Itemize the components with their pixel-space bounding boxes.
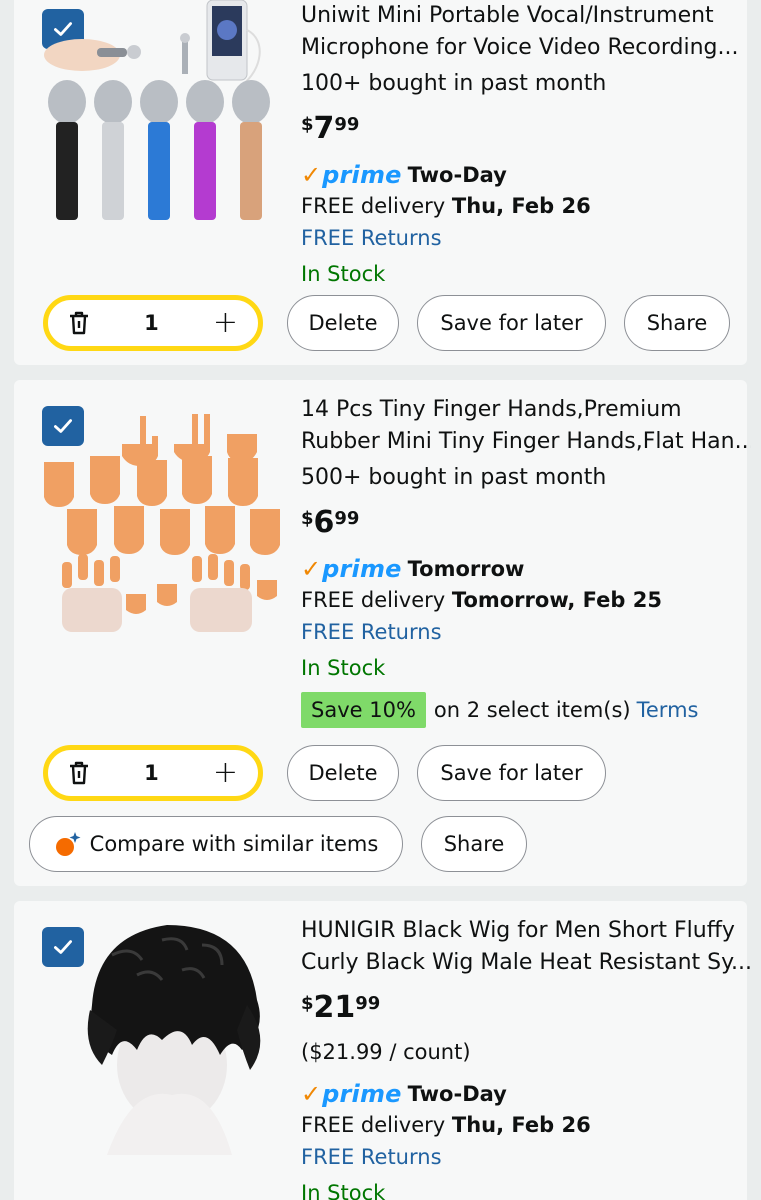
prime-speed: Two-Day bbox=[407, 163, 507, 187]
quantity-stepper[interactable]: 1 + bbox=[43, 295, 263, 351]
share-button[interactable]: Share bbox=[421, 816, 527, 872]
terms-link[interactable]: Terms bbox=[637, 698, 699, 722]
trash-icon[interactable] bbox=[68, 761, 90, 785]
delivery-prefix: FREE delivery bbox=[301, 194, 446, 218]
bought-count: 100+ bought in past month bbox=[301, 71, 607, 96]
compare-similar-button[interactable]: Compare with similar items bbox=[29, 816, 403, 872]
delivery-date: Thu, Feb 26 bbox=[451, 1113, 591, 1137]
prime-speed: Two-Day bbox=[407, 1082, 507, 1106]
price-whole: 7 bbox=[313, 111, 335, 146]
price-whole: 6 bbox=[313, 505, 335, 540]
quantity-value: 1 bbox=[144, 761, 159, 785]
price: $ 21 99 bbox=[301, 991, 751, 1031]
delivery-prefix: FREE delivery bbox=[301, 588, 446, 612]
price-whole: 21 bbox=[313, 990, 356, 1025]
product-image-microphones[interactable] bbox=[42, 0, 282, 240]
share-button[interactable]: Share bbox=[624, 295, 730, 351]
prime-badge: ✓ prime Tomorrow bbox=[301, 554, 751, 584]
save-for-later-button[interactable]: Save for later bbox=[417, 745, 606, 801]
prime-logo: prime bbox=[322, 555, 402, 583]
product-image-finger-hands[interactable] bbox=[42, 394, 282, 634]
compare-label: Compare with similar items bbox=[89, 832, 379, 856]
delete-button[interactable]: Delete bbox=[287, 295, 399, 351]
unit-price: ($21.99 / count) bbox=[301, 1040, 471, 1064]
product-title-line2[interactable]: Rubber Mini Tiny Finger Hands,Flat Han..… bbox=[301, 426, 751, 458]
prime-speed: Tomorrow bbox=[407, 557, 525, 581]
free-returns-link[interactable]: FREE Returns bbox=[301, 616, 751, 648]
plus-icon[interactable]: + bbox=[213, 758, 238, 788]
stock-status: In Stock bbox=[301, 262, 386, 286]
price-symbol: $ bbox=[301, 508, 314, 529]
save-badge: Save 10% bbox=[301, 692, 426, 728]
quantity-value: 1 bbox=[144, 311, 159, 335]
delivery-info: FREE delivery Tomorrow, Feb 25 bbox=[301, 584, 751, 616]
delivery-date: Thu, Feb 26 bbox=[451, 194, 591, 218]
price-fraction: 99 bbox=[355, 993, 381, 1014]
promo-text: on 2 select item(s) bbox=[433, 698, 631, 722]
product-title[interactable]: 14 Pcs Tiny Finger Hands,Premium bbox=[301, 394, 751, 426]
prime-check-icon: ✓ bbox=[301, 161, 322, 189]
delivery-prefix: FREE delivery bbox=[301, 1113, 446, 1137]
prime-badge: ✓ prime Two-Day bbox=[301, 1079, 751, 1109]
free-returns-link[interactable]: FREE Returns bbox=[301, 222, 751, 254]
quantity-stepper[interactable]: 1 + bbox=[43, 745, 263, 801]
trash-icon[interactable] bbox=[68, 311, 90, 335]
product-title-line2[interactable]: Curly Black Wig Male Heat Resistant Sy..… bbox=[301, 947, 751, 979]
prime-check-icon: ✓ bbox=[301, 1080, 322, 1108]
free-returns-link[interactable]: FREE Returns bbox=[301, 1141, 751, 1173]
product-title[interactable]: Uniwit Mini Portable Vocal/Instrument bbox=[301, 0, 751, 32]
price: $ 7 99 bbox=[301, 112, 751, 152]
product-title[interactable]: HUNIGIR Black Wig for Men Short Fluffy bbox=[301, 915, 751, 947]
stock-status: In Stock bbox=[301, 1181, 386, 1200]
cart-item-card: HUNIGIR Black Wig for Men Short Fluffy C… bbox=[14, 901, 751, 1200]
prime-badge: ✓ prime Two-Day bbox=[301, 160, 751, 190]
delivery-info: FREE delivery Thu, Feb 26 bbox=[301, 1109, 751, 1141]
delete-button[interactable]: Delete bbox=[287, 745, 399, 801]
stock-status: In Stock bbox=[301, 656, 386, 680]
compare-sparkle-icon bbox=[54, 830, 82, 858]
bought-count: 500+ bought in past month bbox=[301, 465, 607, 490]
cart-item-card: 14 Pcs Tiny Finger Hands,Premium Rubber … bbox=[14, 380, 751, 886]
price-symbol: $ bbox=[301, 114, 314, 135]
product-image-wig[interactable] bbox=[42, 915, 282, 1155]
prime-logo: prime bbox=[322, 1080, 402, 1108]
save-for-later-button[interactable]: Save for later bbox=[417, 295, 606, 351]
plus-icon[interactable]: + bbox=[213, 308, 238, 338]
delivery-date: Tomorrow, Feb 25 bbox=[451, 588, 662, 612]
delivery-info: FREE delivery Thu, Feb 26 bbox=[301, 190, 751, 222]
prime-logo: prime bbox=[322, 161, 402, 189]
product-title-line2[interactable]: Microphone for Voice Video Recording... bbox=[301, 32, 751, 64]
price-symbol: $ bbox=[301, 993, 314, 1014]
promotion: Save 10% on 2 select item(s) Terms bbox=[301, 692, 751, 728]
cart-page: Uniwit Mini Portable Vocal/Instrument Mi… bbox=[0, 0, 761, 1200]
prime-check-icon: ✓ bbox=[301, 555, 322, 583]
price-fraction: 99 bbox=[334, 114, 360, 135]
price: $ 6 99 bbox=[301, 506, 751, 546]
cart-item-card: Uniwit Mini Portable Vocal/Instrument Mi… bbox=[14, 0, 747, 365]
price-fraction: 99 bbox=[334, 508, 360, 529]
